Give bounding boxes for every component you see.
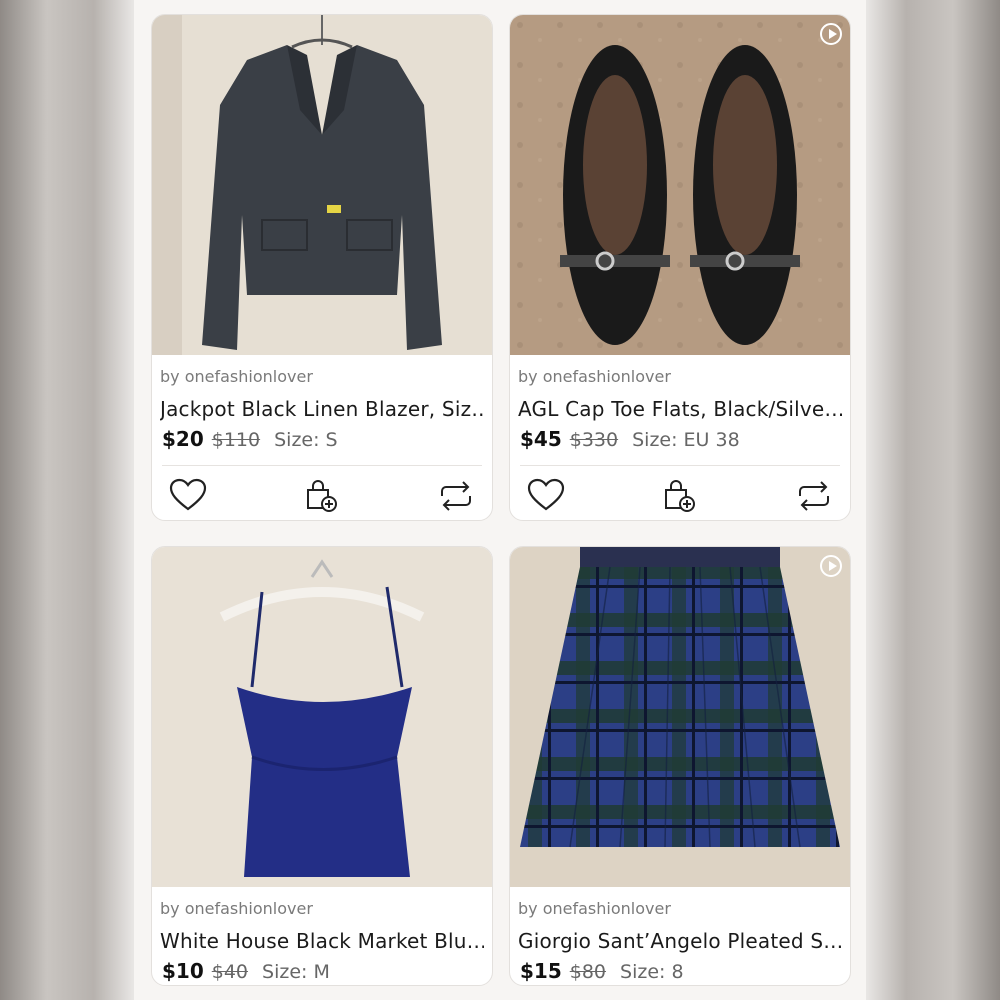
sale-price: $15 <box>520 959 562 983</box>
listing-title[interactable]: AGL Cap Toe Flats, Black/Silve… <box>518 397 842 423</box>
skirt-photo <box>510 547 850 887</box>
listing-photo[interactable] <box>510 547 850 887</box>
original-price: $40 <box>211 961 249 983</box>
blazer-photo <box>152 15 492 355</box>
heart-icon[interactable] <box>168 478 208 514</box>
listing-card[interactable]: by onefashionlover White House Black Mar… <box>151 546 493 986</box>
original-price: $80 <box>569 961 607 983</box>
video-play-icon[interactable] <box>820 555 842 577</box>
listing-title[interactable]: Jackpot Black Linen Blazer, Siz… <box>160 397 484 423</box>
action-bar <box>152 466 492 520</box>
original-price: $110 <box>211 429 261 451</box>
price-line: $10 $40 Size: M <box>162 959 484 985</box>
listing-title[interactable]: Giorgio Sant’Angelo Pleated S… <box>518 929 842 955</box>
price-line: $20 $110 Size: S <box>162 427 484 453</box>
size-label: Size: S <box>274 429 338 451</box>
seller-name[interactable]: by onefashionlover <box>518 899 850 919</box>
listing-photo[interactable] <box>510 15 850 355</box>
listing-grid: by onefashionlover Jackpot Black Linen B… <box>134 0 866 1000</box>
video-play-icon[interactable] <box>820 23 842 45</box>
size-label: Size: EU 38 <box>632 429 740 451</box>
bag-add-icon[interactable] <box>660 478 700 514</box>
listing-title[interactable]: White House Black Market Blu… <box>160 929 484 955</box>
seller-name[interactable]: by onefashionlover <box>160 899 492 919</box>
share-repost-icon[interactable] <box>794 478 834 514</box>
listing-card[interactable]: by onefashionlover AGL Cap Toe Flats, Bl… <box>509 14 851 521</box>
size-label: Size: M <box>262 961 330 983</box>
action-bar <box>510 466 850 520</box>
heart-icon[interactable] <box>526 478 566 514</box>
listing-card[interactable]: by onefashionlover Giorgio Sant’Angelo P… <box>509 546 851 986</box>
blurred-backdrop-right <box>866 0 1000 1000</box>
listing-card[interactable]: by onefashionlover Jackpot Black Linen B… <box>151 14 493 521</box>
listing-photo[interactable] <box>152 15 492 355</box>
sale-price: $45 <box>520 427 562 451</box>
price-line: $15 $80 Size: 8 <box>520 959 842 985</box>
original-price: $330 <box>569 429 619 451</box>
camisole-photo <box>152 547 492 887</box>
price-line: $45 $330 Size: EU 38 <box>520 427 842 453</box>
blurred-backdrop-left <box>0 0 134 1000</box>
listing-photo[interactable] <box>152 547 492 887</box>
sale-price: $10 <box>162 959 204 983</box>
sale-price: $20 <box>162 427 204 451</box>
share-repost-icon[interactable] <box>436 478 476 514</box>
seller-name[interactable]: by onefashionlover <box>518 367 850 387</box>
seller-name[interactable]: by onefashionlover <box>160 367 492 387</box>
bag-add-icon[interactable] <box>302 478 342 514</box>
flats-photo <box>510 15 850 355</box>
size-label: Size: 8 <box>620 961 684 983</box>
